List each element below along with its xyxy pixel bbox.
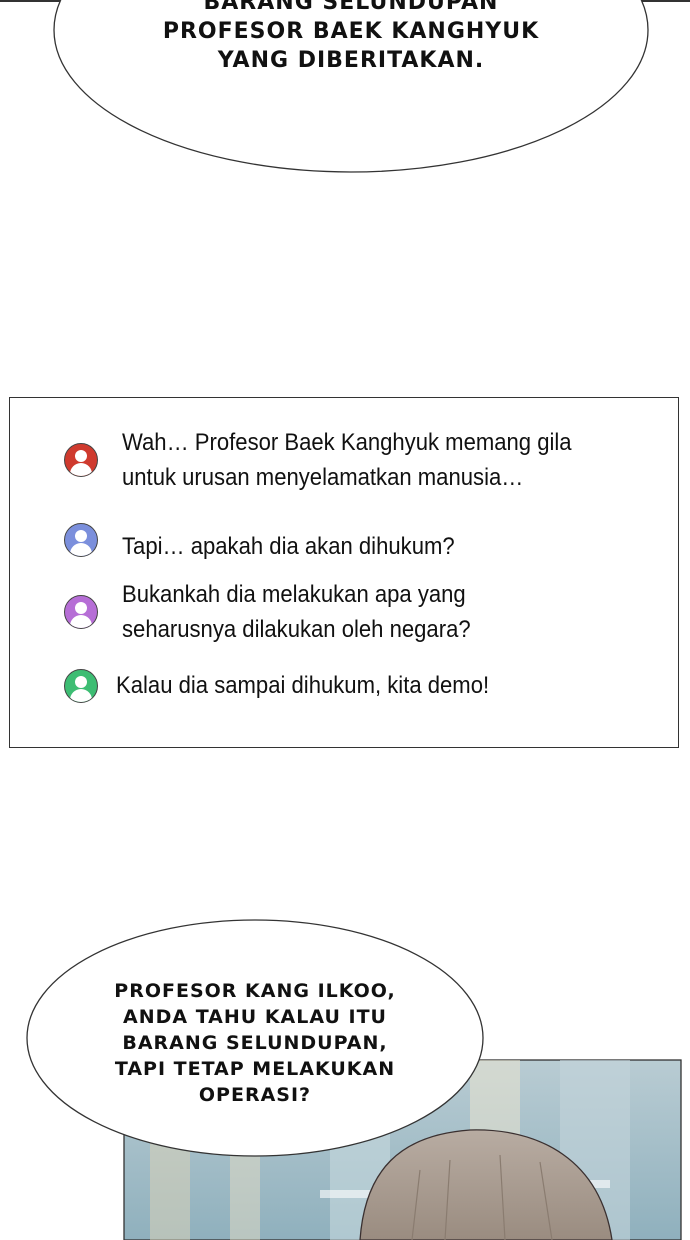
bottom-bubble-line: BARANG SELUNDUPAN,: [122, 1032, 388, 1054]
top-bubble-text: BARANG SELUNDUPAN PROFESOR BAEK KANGHYUK…: [110, 0, 592, 75]
user-avatar-icon: [64, 522, 98, 557]
comment-line: untuk urusan menyelamatkan manusia…: [122, 464, 524, 491]
comment-line: Wah… Profesor Baek Kanghyuk memang gila: [122, 429, 572, 456]
comment-item: Tapi… apakah dia akan dihukum?: [64, 515, 484, 564]
bottom-bubble-text: PROFESOR KANG ILKOO, ANDA TAHU KALAU ITU…: [70, 978, 440, 1108]
bottom-bubble-line: TAPI TETAP MELAKUKAN: [114, 1058, 396, 1080]
top-bubble-line: PROFESOR BAEK KANGHYUK: [162, 19, 540, 44]
top-bubble-line: YANG DIBERITAKAN.: [217, 48, 485, 73]
top-bubble-line: BARANG SELUNDUPAN: [203, 0, 499, 15]
bottom-bubble-line: PROFESOR KANG ILKOO,: [114, 980, 396, 1002]
bottom-bubble-line: OPERASI?: [198, 1084, 312, 1106]
user-avatar-icon: [64, 443, 98, 477]
comment-line: Kalau dia sampai dihukum, kita demo!: [116, 672, 490, 699]
bottom-bubble-line: ANDA TAHU KALAU ITU: [123, 1006, 387, 1028]
comment-text: Wah… Profesor Baek Kanghyuk memang gila …: [122, 425, 572, 495]
comment-line: Bukankah dia melakukan apa yang: [122, 581, 466, 608]
comment-item: Bukankah dia melakukan apa yang seharusn…: [64, 577, 501, 647]
comment-line: Tapi… apakah dia akan dihukum?: [122, 533, 455, 560]
comment-item: Kalau dia sampai dihukum, kita demo!: [64, 668, 522, 703]
comment-item: Wah… Profesor Baek Kanghyuk memang gila …: [64, 425, 611, 495]
user-avatar-icon: [64, 668, 98, 703]
comment-line: seharusnya dilakukan oleh negara?: [122, 616, 471, 643]
comment-box: Wah… Profesor Baek Kanghyuk memang gila …: [9, 397, 679, 748]
comment-text: Tapi… apakah dia akan dihukum?: [122, 529, 455, 564]
comment-text: Bukankah dia melakukan apa yang seharusn…: [122, 577, 471, 647]
comment-text: Kalau dia sampai dihukum, kita demo!: [116, 668, 489, 703]
user-avatar-icon: [64, 595, 98, 629]
